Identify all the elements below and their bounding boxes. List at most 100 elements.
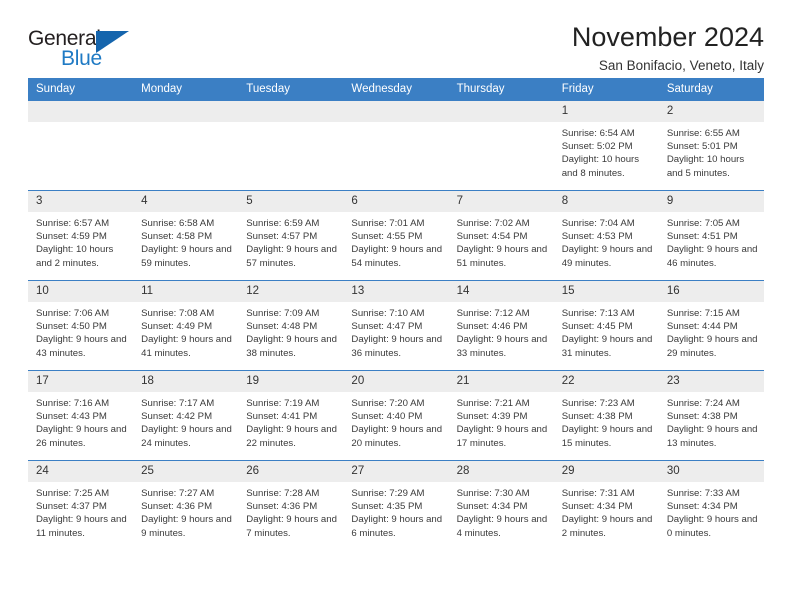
calendar-day-cell[interactable]: 14 Sunrise: 7:12 AM Sunset: 4:46 PM Dayligh… bbox=[448, 280, 554, 371]
sunset-text: Sunset: 5:01 PM bbox=[666, 141, 738, 153]
day-details: Sunrise: 6:55 AM Sunset: 5:01 PM Daylight:… bbox=[659, 122, 764, 180]
sunrise-text: Sunrise: 7:04 AM bbox=[561, 218, 635, 229]
day-details: Sunrise: 7:23 AM Sunset: 4:38 PM Daylight:… bbox=[554, 392, 659, 450]
calendar-week-row: 10 Sunrise: 7:06 AM Sunset: 4:50 PM Dayligh… bbox=[28, 280, 764, 371]
day-details: Sunrise: 7:33 AM Sunset: 4:34 PM Daylight:… bbox=[659, 482, 764, 540]
calendar-day-cell[interactable]: 5 Sunrise: 6:59 AM Sunset: 4:57 PM Daylight… bbox=[238, 190, 344, 281]
calendar-day-cell[interactable]: 20 Sunrise: 7:20 AM Sunset: 4:40 PM Dayligh… bbox=[343, 370, 449, 461]
day-number: 15 bbox=[553, 281, 659, 302]
calendar-day-cell[interactable]: 4 Sunrise: 6:58 AM Sunset: 4:58 PM Daylight… bbox=[133, 190, 239, 281]
calendar-week-row: 24 Sunrise: 7:25 AM Sunset: 4:37 PM Dayligh… bbox=[28, 460, 764, 551]
daylight-text: Daylight: 9 hours and 4 minutes. bbox=[456, 514, 548, 539]
daylight-text: Daylight: 9 hours and 11 minutes. bbox=[36, 514, 127, 539]
sunrise-text: Sunrise: 7:29 AM bbox=[351, 488, 425, 499]
calendar-day-cell[interactable]: 24 Sunrise: 7:25 AM Sunset: 4:37 PM Dayligh… bbox=[28, 460, 134, 551]
calendar-page: General Blue November 2024 San Bonifacio… bbox=[0, 0, 792, 612]
calendar-day-cell[interactable]: 15 Sunrise: 7:13 AM Sunset: 4:45 PM Dayligh… bbox=[553, 280, 659, 371]
daylight-text: Daylight: 9 hours and 6 minutes. bbox=[351, 514, 443, 539]
daylight-text: Daylight: 9 hours and 54 minutes. bbox=[351, 244, 443, 269]
calendar-day-cell[interactable]: 19 Sunrise: 7:19 AM Sunset: 4:41 PM Dayligh… bbox=[238, 370, 344, 461]
sunset-text: Sunset: 4:34 PM bbox=[561, 501, 633, 513]
sunset-text: Sunset: 4:59 PM bbox=[36, 231, 107, 243]
calendar-day-cell[interactable]: 7 Sunrise: 7:02 AM Sunset: 4:54 PM Daylight… bbox=[448, 190, 554, 281]
calendar-day-cell[interactable]: 25 Sunrise: 7:27 AM Sunset: 4:36 PM Dayligh… bbox=[133, 460, 239, 551]
calendar-day-cell-empty bbox=[343, 100, 449, 191]
calendar-day-cell[interactable]: 1 Sunrise: 6:54 AM Sunset: 5:02 PM Daylight… bbox=[553, 100, 659, 191]
day-number: 4 bbox=[133, 191, 239, 212]
calendar-day-cell[interactable]: 11 Sunrise: 7:08 AM Sunset: 4:49 PM Dayligh… bbox=[133, 280, 239, 371]
daylight-text: Daylight: 9 hours and 41 minutes. bbox=[141, 334, 232, 359]
calendar-day-cell[interactable]: 9 Sunrise: 7:05 AM Sunset: 4:51 PM Daylight… bbox=[658, 190, 764, 281]
sunset-text: Sunset: 4:40 PM bbox=[351, 411, 423, 423]
sunset-text: Sunset: 4:53 PM bbox=[561, 231, 633, 243]
weekday-header-thursday: Thursday bbox=[448, 78, 554, 101]
day-number: 8 bbox=[553, 191, 659, 212]
sunset-text: Sunset: 4:55 PM bbox=[351, 231, 423, 243]
day-number: 17 bbox=[28, 371, 134, 392]
day-details: Sunrise: 7:31 AM Sunset: 4:34 PM Daylight:… bbox=[554, 482, 659, 540]
calendar-day-cell[interactable]: 13 Sunrise: 7:10 AM Sunset: 4:47 PM Dayligh… bbox=[343, 280, 449, 371]
calendar-day-cell[interactable]: 28 Sunrise: 7:30 AM Sunset: 4:34 PM Dayligh… bbox=[448, 460, 554, 551]
day-details: Sunrise: 7:01 AM Sunset: 4:55 PM Daylight:… bbox=[343, 212, 448, 270]
day-number: 9 bbox=[658, 191, 764, 212]
day-number: 11 bbox=[133, 281, 239, 302]
sunset-text: Sunset: 4:34 PM bbox=[666, 501, 738, 513]
sunset-text: Sunset: 4:43 PM bbox=[36, 411, 107, 423]
general-blue-logo[interactable]: General Blue bbox=[28, 28, 144, 74]
sunrise-text: Sunrise: 7:23 AM bbox=[561, 398, 635, 409]
calendar-day-cell[interactable]: 23 Sunrise: 7:24 AM Sunset: 4:38 PM Dayligh… bbox=[658, 370, 764, 461]
sunrise-text: Sunrise: 7:21 AM bbox=[456, 398, 530, 409]
sunset-text: Sunset: 4:57 PM bbox=[246, 231, 318, 243]
sunset-text: Sunset: 4:38 PM bbox=[561, 411, 633, 423]
calendar-day-cell[interactable]: 2 Sunrise: 6:55 AM Sunset: 5:01 PM Daylight… bbox=[658, 100, 764, 191]
day-number: 13 bbox=[343, 281, 449, 302]
sunrise-text: Sunrise: 7:05 AM bbox=[666, 218, 740, 229]
calendar-day-cell[interactable]: 22 Sunrise: 7:23 AM Sunset: 4:38 PM Dayligh… bbox=[553, 370, 659, 461]
calendar-day-cell[interactable]: 17 Sunrise: 7:16 AM Sunset: 4:43 PM Dayligh… bbox=[28, 370, 134, 461]
calendar-day-cell[interactable]: 8 Sunrise: 7:04 AM Sunset: 4:53 PM Daylight… bbox=[553, 190, 659, 281]
calendar-day-cell[interactable]: 29 Sunrise: 7:31 AM Sunset: 4:34 PM Dayligh… bbox=[553, 460, 659, 551]
weekday-header-tuesday: Tuesday bbox=[238, 78, 344, 101]
day-number bbox=[133, 101, 239, 122]
sunset-text: Sunset: 5:02 PM bbox=[561, 141, 633, 153]
sunrise-text: Sunrise: 7:31 AM bbox=[561, 488, 635, 499]
sunrise-text: Sunrise: 7:02 AM bbox=[456, 218, 530, 229]
sunset-text: Sunset: 4:46 PM bbox=[456, 321, 528, 333]
day-details: Sunrise: 7:27 AM Sunset: 4:36 PM Daylight:… bbox=[133, 482, 238, 540]
day-details: Sunrise: 7:10 AM Sunset: 4:47 PM Daylight:… bbox=[343, 302, 448, 360]
daylight-text: Daylight: 9 hours and 20 minutes. bbox=[351, 424, 443, 449]
day-number bbox=[448, 101, 554, 122]
sunset-text: Sunset: 4:34 PM bbox=[456, 501, 528, 513]
calendar-day-cell[interactable]: 6 Sunrise: 7:01 AM Sunset: 4:55 PM Daylight… bbox=[343, 190, 449, 281]
sunrise-text: Sunrise: 6:54 AM bbox=[561, 128, 635, 139]
day-number: 14 bbox=[448, 281, 554, 302]
day-number: 21 bbox=[448, 371, 554, 392]
day-details: Sunrise: 7:21 AM Sunset: 4:39 PM Daylight:… bbox=[449, 392, 554, 450]
day-details: Sunrise: 7:28 AM Sunset: 4:36 PM Daylight:… bbox=[238, 482, 343, 540]
calendar-day-cell[interactable]: 21 Sunrise: 7:21 AM Sunset: 4:39 PM Dayligh… bbox=[448, 370, 554, 461]
sunrise-text: Sunrise: 7:16 AM bbox=[36, 398, 110, 409]
sunset-text: Sunset: 4:54 PM bbox=[456, 231, 528, 243]
calendar-day-cell[interactable]: 12 Sunrise: 7:09 AM Sunset: 4:48 PM Dayligh… bbox=[238, 280, 344, 371]
daylight-text: Daylight: 9 hours and 26 minutes. bbox=[36, 424, 127, 449]
logo-text-blue: Blue bbox=[61, 47, 102, 70]
calendar-day-cell[interactable]: 10 Sunrise: 7:06 AM Sunset: 4:50 PM Dayligh… bbox=[28, 280, 134, 371]
daylight-text: Daylight: 9 hours and 43 minutes. bbox=[36, 334, 127, 359]
calendar-day-cell[interactable]: 26 Sunrise: 7:28 AM Sunset: 4:36 PM Dayligh… bbox=[238, 460, 344, 551]
calendar-day-cell[interactable]: 3 Sunrise: 6:57 AM Sunset: 4:59 PM Daylight… bbox=[28, 190, 134, 281]
calendar-day-cell[interactable]: 16 Sunrise: 7:15 AM Sunset: 4:44 PM Dayligh… bbox=[658, 280, 764, 371]
daylight-text: Daylight: 9 hours and 33 minutes. bbox=[456, 334, 548, 359]
daylight-text: Daylight: 9 hours and 2 minutes. bbox=[561, 514, 653, 539]
sunset-text: Sunset: 4:35 PM bbox=[351, 501, 423, 513]
sunset-text: Sunset: 4:36 PM bbox=[246, 501, 318, 513]
day-number: 6 bbox=[343, 191, 449, 212]
sunset-text: Sunset: 4:37 PM bbox=[36, 501, 107, 513]
calendar-day-cell[interactable]: 27 Sunrise: 7:29 AM Sunset: 4:35 PM Dayligh… bbox=[343, 460, 449, 551]
day-details: Sunrise: 7:17 AM Sunset: 4:42 PM Daylight:… bbox=[133, 392, 238, 450]
page-header: General Blue November 2024 San Bonifacio… bbox=[28, 0, 764, 78]
daylight-text: Daylight: 9 hours and 46 minutes. bbox=[666, 244, 758, 269]
weekday-header-row: Sunday Monday Tuesday Wednesday Thursday Frid… bbox=[28, 78, 764, 101]
calendar-day-cell[interactable]: 18 Sunrise: 7:17 AM Sunset: 4:42 PM Dayligh… bbox=[133, 370, 239, 461]
day-number: 22 bbox=[553, 371, 659, 392]
calendar-day-cell[interactable]: 30 Sunrise: 7:33 AM Sunset: 4:34 PM Dayligh… bbox=[658, 460, 764, 551]
